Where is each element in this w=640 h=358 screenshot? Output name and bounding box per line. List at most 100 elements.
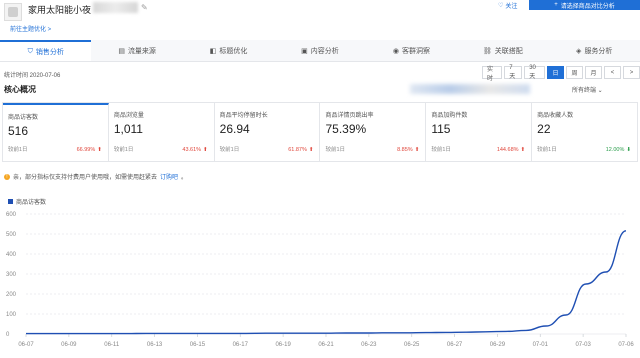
data-point[interactable] xyxy=(144,332,147,335)
metric-label: 商品收藏人数 xyxy=(537,113,574,119)
x-tick-label: 07-01 xyxy=(533,342,549,348)
range-button[interactable]: 30天 xyxy=(524,65,545,80)
data-point[interactable] xyxy=(424,331,427,334)
data-point[interactable] xyxy=(184,332,187,335)
metric-compare: 较前1日 xyxy=(431,147,451,153)
metric-change: 66.99% ⬆ xyxy=(77,147,102,153)
data-point[interactable] xyxy=(304,332,307,335)
service-icon: ◈ xyxy=(576,47,582,55)
notice-text: 亲，部分指标仅支持付费用户使用哦，如需使用赶紧去 xyxy=(13,175,158,181)
data-point[interactable] xyxy=(544,324,547,327)
flow-icon: ▤ xyxy=(118,47,125,55)
tab-0[interactable]: ⛉ 销售分析 xyxy=(0,40,92,61)
y-tick-label: 300 xyxy=(6,272,17,278)
tab-label: 标题优化 xyxy=(219,47,248,55)
data-point[interactable] xyxy=(344,331,347,334)
notice-tail: 。 xyxy=(181,175,188,181)
shield-icon: ⛉ xyxy=(27,47,33,55)
data-point[interactable] xyxy=(124,332,127,335)
data-point[interactable] xyxy=(84,332,87,335)
subscribe-link[interactable]: 订购吧 xyxy=(160,172,178,181)
compare-product-button[interactable]: + 请选择商品对比分析 xyxy=(529,0,640,10)
metric-compare: 较前1日 xyxy=(219,147,240,153)
edit-icon[interactable]: ✎ xyxy=(141,4,149,12)
section-title: 核心概况 xyxy=(4,85,36,94)
metric-change: 43.61% ⬆ xyxy=(182,147,207,153)
series-line-visitors[interactable] xyxy=(26,230,627,335)
metric-card[interactable]: 商品浏览量 1,011 较前1日 43.61% ⬆ xyxy=(109,103,215,161)
range-button[interactable]: > xyxy=(623,66,640,79)
data-point[interactable] xyxy=(104,332,107,335)
x-tick-label: 06-17 xyxy=(233,342,249,348)
tab-4[interactable]: ◉ 客群洞察 xyxy=(366,40,457,61)
range-button[interactable]: 日 xyxy=(547,66,564,79)
x-tick-label: 06-13 xyxy=(147,342,163,348)
tab-5[interactable]: ⛓ 关联搭配 xyxy=(457,40,548,61)
data-point[interactable] xyxy=(204,332,207,335)
data-point[interactable] xyxy=(244,332,247,335)
data-point[interactable] xyxy=(564,313,567,316)
metric-change: 8.85% ⬆ xyxy=(397,147,419,153)
notice-bar: ! 亲，部分指标仅支持付费用户使用哦，如需使用赶紧去 订购吧 。 xyxy=(4,172,187,181)
metric-label: 商品访客数 xyxy=(8,115,39,121)
data-point[interactable] xyxy=(624,229,627,232)
data-point[interactable] xyxy=(404,331,407,334)
tab-2[interactable]: ◧ 标题优化 xyxy=(183,40,274,61)
tab-3[interactable]: ▣ 内容分析 xyxy=(274,40,365,61)
data-point[interactable] xyxy=(224,332,227,335)
tab-1[interactable]: ▤ 流量来源 xyxy=(91,40,182,61)
range-button[interactable]: 实时 xyxy=(482,66,503,82)
metric-card[interactable]: 商品访客数 516 较前1日 66.99% ⬆ xyxy=(3,103,109,161)
metric-change: 144.68% ⬆ xyxy=(497,147,525,153)
range-button[interactable]: 7天 xyxy=(504,65,523,80)
range-button[interactable]: 周 xyxy=(566,66,583,79)
tab-label: 销售分析 xyxy=(35,48,64,56)
metric-card[interactable]: 商品详情页跳出率 75.39% 较前1日 8.85% ⬆ xyxy=(320,103,427,161)
follow-button[interactable]: ♡ 关注 xyxy=(498,0,517,10)
metric-card[interactable]: 商品收藏人数 22 较前1日 12.00% ⬇ xyxy=(532,103,637,161)
range-button[interactable]: 月 xyxy=(585,66,602,79)
terminal-select[interactable]: 所有终端 ⌄ xyxy=(572,85,603,94)
range-button[interactable]: < xyxy=(604,66,621,79)
data-point[interactable] xyxy=(504,330,507,333)
x-tick-label: 06-29 xyxy=(490,342,506,348)
data-point[interactable] xyxy=(604,270,607,273)
arrow-up-icon: ⬆ xyxy=(308,147,314,153)
data-point[interactable] xyxy=(384,331,387,334)
data-point[interactable] xyxy=(364,331,367,334)
data-point[interactable] xyxy=(464,331,467,334)
metric-card[interactable]: 商品平均停留时长 26.94 较前1日 61.87% ⬆ xyxy=(215,103,321,161)
x-tick-label: 06-19 xyxy=(275,342,291,348)
follow-label: 关注 xyxy=(505,3,518,10)
y-tick-label: 600 xyxy=(6,212,17,218)
x-tick-label: 06-23 xyxy=(361,342,377,348)
tab-6[interactable]: ◈ 服务分析 xyxy=(549,40,640,61)
data-point[interactable] xyxy=(64,332,67,335)
header-bar: 家用太阳能小夜 ✎ 前往主题优化 > ♡ 关注 + 请选择商品对比分析 xyxy=(0,0,640,36)
data-point[interactable] xyxy=(44,332,47,335)
data-point[interactable] xyxy=(324,332,327,335)
data-point[interactable] xyxy=(264,332,267,335)
data-point[interactable] xyxy=(24,332,27,335)
analysis-tabs: ⛉ 销售分析 ▤ 流量来源 ◧ 标题优化 ▣ 内容分析 ◉ 客群洞察 ⛓ 关联搭配 ◈ 服务分析 xyxy=(0,40,640,62)
old-version-link[interactable]: 前往主题优化 > xyxy=(10,24,51,33)
data-point[interactable] xyxy=(484,330,487,333)
x-tick-label: 07-06 xyxy=(618,342,634,348)
metric-compare: 较前1日 xyxy=(8,147,28,153)
data-point[interactable] xyxy=(164,332,167,335)
data-point[interactable] xyxy=(284,332,287,335)
metric-compare: 较前1日 xyxy=(113,147,134,153)
heart-icon: ♡ xyxy=(498,2,504,9)
data-point[interactable] xyxy=(524,329,527,332)
data-point[interactable] xyxy=(444,331,447,334)
metric-value: 115 xyxy=(431,122,451,136)
content-icon: ▣ xyxy=(301,47,308,55)
metric-change-value: 61.87% xyxy=(288,147,307,153)
arrow-up-icon: ⬆ xyxy=(97,147,102,153)
data-point[interactable] xyxy=(584,282,587,285)
y-tick-label: 400 xyxy=(6,252,17,258)
metric-card[interactable]: 商品加购件数 115 较前1日 144.68% ⬆ xyxy=(426,103,533,161)
arrow-up-icon: ⬆ xyxy=(203,147,208,153)
stat-time: 统计时间 2020-07-06 xyxy=(4,73,61,79)
tab-label: 关联搭配 xyxy=(494,47,523,55)
